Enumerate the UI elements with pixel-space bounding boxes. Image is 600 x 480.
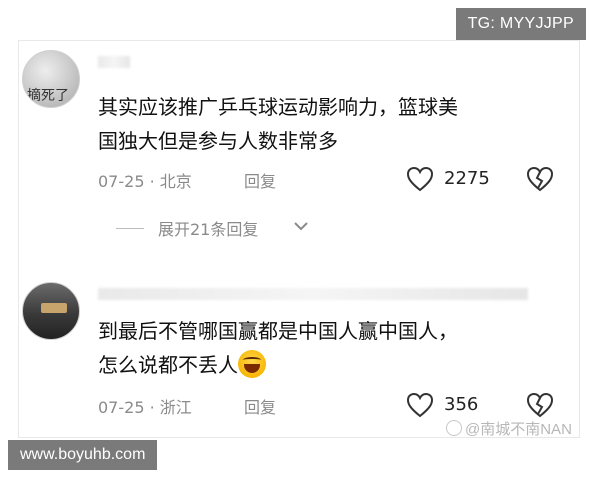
site-url-overlay: www.boyuhb.com [8, 440, 158, 470]
avatar-caption: 摘死了 [27, 88, 69, 104]
avatar[interactable] [22, 282, 80, 340]
comment-meta: 07-25 · 浙江 回复 356 [98, 392, 568, 420]
comment-text: 其实应该推广乒乓球运动影响力，篮球美 国独大但是参与人数非常多 [98, 90, 568, 158]
comment-text-line: 其实应该推广乒乓球运动影响力，篮球美 [98, 95, 458, 119]
chevron-down-icon [294, 222, 308, 231]
broken-heart-icon [526, 392, 554, 418]
reply-button[interactable]: 回复 [244, 394, 276, 418]
avatar[interactable]: 摘死了 [22, 50, 80, 108]
heart-icon [406, 392, 434, 418]
like-count: 2275 [444, 168, 490, 189]
comment-meta: 07-25 · 北京 回复 2275 [98, 166, 568, 194]
like-button[interactable]: 2275 [406, 164, 516, 194]
comment-text-line: 国独大但是参与人数非常多 [98, 129, 338, 153]
divider-dash [116, 228, 144, 229]
username-blurred[interactable] [98, 288, 528, 300]
comment-text-line: 到最后不管哪国赢都是中国人赢中国人， [98, 319, 458, 343]
expand-replies-label: 展开21条回复 [158, 220, 259, 239]
broken-heart-icon [526, 166, 554, 192]
like-count: 356 [444, 394, 479, 415]
watermark-label: @南城不南NAN [465, 421, 572, 438]
watermark-icon [446, 420, 462, 436]
comment-text-line: 怎么说都不丢人 [98, 348, 568, 382]
like-button[interactable]: 356 [406, 390, 516, 420]
reply-button[interactable]: 回复 [244, 168, 276, 192]
comment-date-location: 07-25 · 北京 [98, 172, 192, 191]
comment-text-line-content: 怎么说都不丢人 [98, 353, 238, 377]
watermark-text: @南城不南NAN [446, 418, 572, 439]
telegram-tag-overlay: TG: MYYJJPP [455, 8, 586, 40]
laughing-emoji-icon [238, 350, 266, 378]
comment-date-location: 07-25 · 浙江 [98, 398, 192, 417]
comment-text: 到最后不管哪国赢都是中国人赢中国人， 怎么说都不丢人 [98, 314, 568, 382]
heart-icon [406, 166, 434, 192]
dislike-button[interactable] [526, 392, 554, 420]
dislike-button[interactable] [526, 166, 554, 194]
username-blurred[interactable] [98, 56, 130, 68]
